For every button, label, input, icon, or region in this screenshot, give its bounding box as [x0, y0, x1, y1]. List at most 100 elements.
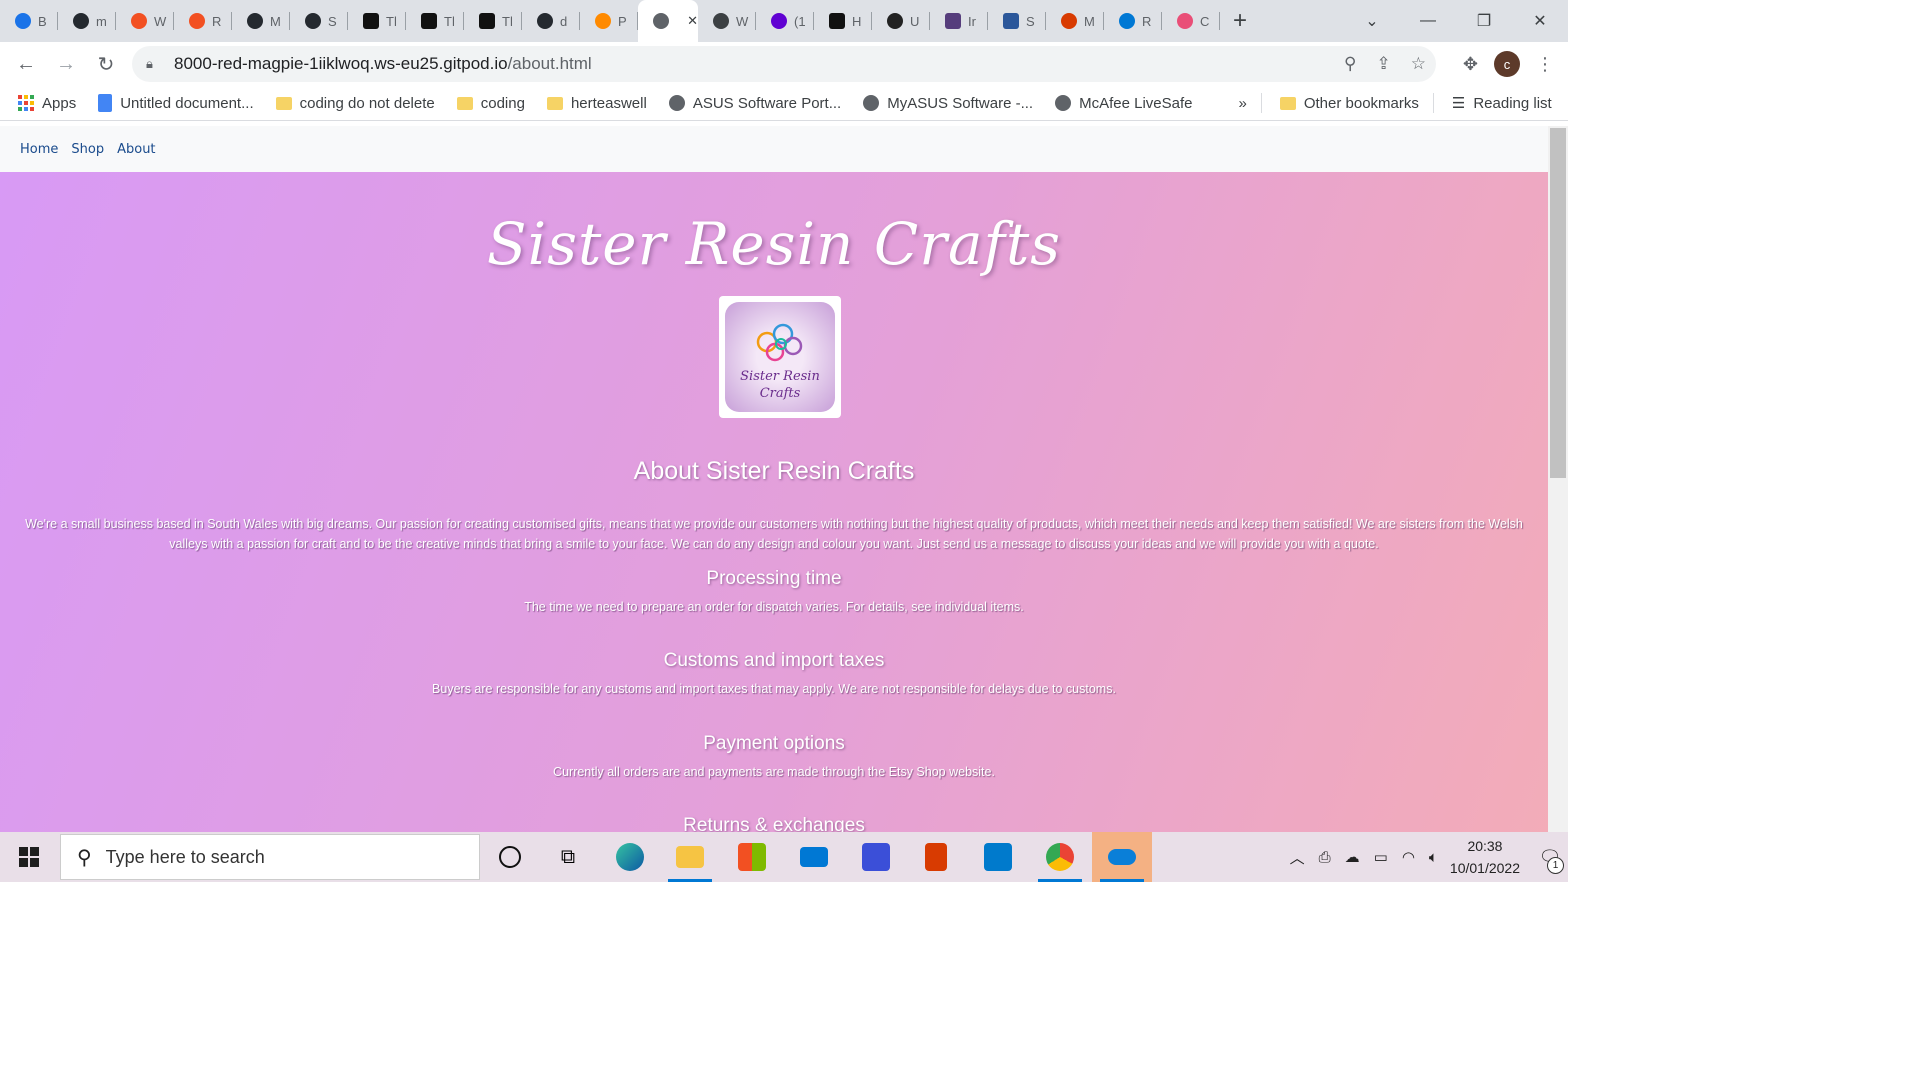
browser-tab[interactable]: M: [232, 0, 290, 42]
tab-title: R: [1142, 13, 1152, 29]
meet-now-icon[interactable]: ⎙: [1319, 849, 1331, 866]
task-view-icon[interactable]: ⧉: [538, 832, 598, 882]
tab-search-icon[interactable]: ⌄: [1344, 0, 1400, 42]
minimize-icon[interactable]: —: [1400, 0, 1456, 42]
globe-icon: [652, 12, 670, 30]
reading-list-label: Reading list: [1473, 94, 1552, 112]
dark-square-icon: [362, 12, 380, 30]
bookmark-item[interactable]: MyASUS Software -...: [863, 95, 1033, 112]
start-button[interactable]: [0, 832, 58, 882]
volume-icon[interactable]: 🔈︎: [1429, 849, 1438, 866]
tab-title: C: [1200, 13, 1210, 29]
browser-tab[interactable]: W: [116, 0, 174, 42]
nav-home-link[interactable]: Home: [20, 142, 58, 157]
bookmark-star-icon[interactable]: ☆: [1411, 54, 1426, 74]
taskbar-clock[interactable]: 20:38 10/01/2022: [1450, 835, 1520, 879]
browser-tab[interactable]: H: [814, 0, 872, 42]
browser-tab[interactable]: Tl: [348, 0, 406, 42]
menu-icon[interactable]: ⋮: [1536, 54, 1554, 75]
notifications-icon[interactable]: 🗨︎ 1: [1532, 832, 1568, 882]
wifi-icon[interactable]: ◠: [1402, 848, 1415, 866]
avatar[interactable]: c: [1494, 51, 1520, 77]
bookmark-item[interactable]: McAfee LiveSafe: [1055, 95, 1192, 112]
edge-icon[interactable]: [600, 832, 660, 882]
tab-title: Tl: [444, 13, 455, 29]
forward-button[interactable]: →: [46, 44, 86, 84]
bookmark-item[interactable]: ASUS Software Port...: [668, 95, 841, 112]
reading-list[interactable]: ☰ Reading list: [1452, 94, 1552, 113]
battery-icon[interactable]: ▭: [1374, 848, 1388, 866]
onedrive-tray-icon[interactable]: ☁: [1345, 848, 1360, 866]
bookmark-label: Apps: [42, 94, 77, 112]
browser-tab[interactable]: Tl: [406, 0, 464, 42]
nav-shop-link[interactable]: Shop: [71, 142, 104, 157]
browser-tab[interactable]: P: [580, 0, 638, 42]
browser-tab[interactable]: Tl: [464, 0, 522, 42]
bookmark-item[interactable]: Apps: [18, 95, 76, 112]
bookmarks-divider: [1260, 93, 1262, 113]
browser-tab[interactable]: (1: [756, 0, 814, 42]
browser-tab[interactable]: m: [58, 0, 116, 42]
bookmark-item[interactable]: coding do not delete: [275, 94, 435, 112]
close-window-icon[interactable]: ✕: [1512, 0, 1568, 42]
tab-title: Tl: [502, 13, 513, 29]
customs-text: Buyers are responsible for any customs a…: [432, 682, 1116, 696]
bookmark-item[interactable]: coding: [456, 95, 525, 112]
tab-title: S: [328, 13, 337, 29]
browser-tab[interactable]: M: [1046, 0, 1104, 42]
scrollbar-thumb[interactable]: [1550, 128, 1566, 478]
bookmarks-overflow-button[interactable]: »: [1238, 95, 1246, 112]
back-button[interactable]: ←: [6, 44, 46, 84]
other-bookmarks[interactable]: Other bookmarks: [1279, 94, 1419, 112]
browser-tab[interactable]: ✕: [638, 0, 698, 42]
browser-tab[interactable]: S: [290, 0, 348, 42]
bookmark-item[interactable]: Untitled document...: [98, 94, 254, 112]
search-placeholder: Type here to search: [105, 846, 265, 867]
tab-title: M: [1084, 13, 1095, 29]
site-navbar: Home Shop About: [0, 126, 1548, 172]
dark-square-icon: [420, 12, 438, 30]
browser-tab[interactable]: B: [0, 0, 58, 42]
bookmark-item[interactable]: herteaswell: [546, 95, 647, 112]
store-icon[interactable]: [722, 832, 782, 882]
office-icon[interactable]: [906, 832, 966, 882]
tab-title: W: [154, 13, 167, 29]
customs-heading: Customs and import taxes: [663, 650, 885, 671]
browser-tab[interactable]: W: [698, 0, 756, 42]
browser-tab[interactable]: Ir: [930, 0, 988, 42]
browser-tab[interactable]: S: [988, 0, 1046, 42]
browser-tab[interactable]: d: [522, 0, 580, 42]
bookmark-label: coding do not delete: [299, 94, 435, 112]
chrome-icon[interactable]: [1030, 832, 1090, 882]
bookmark-label: McAfee LiveSafe: [1079, 94, 1193, 112]
browser-tab[interactable]: R: [174, 0, 232, 42]
reload-button[interactable]: ↻: [86, 44, 126, 84]
show-hidden-icons-icon[interactable]: ︿: [1290, 847, 1305, 868]
app-icon[interactable]: [846, 832, 906, 882]
file-explorer-icon[interactable]: [660, 832, 720, 882]
onedrive-app-icon[interactable]: [1092, 832, 1152, 882]
nav-about-link[interactable]: About: [117, 142, 155, 157]
vscode-icon[interactable]: [968, 832, 1028, 882]
notification-count: 1: [1547, 857, 1564, 874]
other-bookmarks-label: Other bookmarks: [1303, 94, 1419, 112]
new-tab-button[interactable]: +: [1220, 7, 1260, 35]
url-host: 8000-red-magpie-1iiklwoq.ws-eu25.gitpod.…: [174, 54, 508, 73]
page-scrollbar[interactable]: [1548, 126, 1568, 832]
tab-title: H: [852, 13, 862, 29]
zoom-icon[interactable]: ⚲: [1344, 54, 1356, 74]
tab-title: Ir: [968, 13, 976, 29]
browser-tab[interactable]: R: [1104, 0, 1162, 42]
cortana-icon[interactable]: [480, 832, 540, 882]
close-tab-icon[interactable]: ✕: [687, 13, 698, 29]
address-bar[interactable]: 🔒︎ 8000-red-magpie-1iiklwoq.ws-eu25.gitp…: [132, 46, 1436, 82]
share-icon[interactable]: ⇪: [1377, 54, 1391, 74]
browser-tab[interactable]: U: [872, 0, 930, 42]
mail-icon[interactable]: [784, 832, 844, 882]
extensions-icon[interactable]: ✥: [1463, 54, 1478, 75]
restore-icon[interactable]: ❐: [1456, 0, 1512, 42]
taskbar-search-box[interactable]: ⚲ Type here to search: [60, 834, 480, 880]
about-paragraph: We're a small business based in South Wa…: [25, 517, 1523, 551]
globe-icon: [668, 95, 685, 111]
browser-tab[interactable]: C: [1162, 0, 1220, 42]
